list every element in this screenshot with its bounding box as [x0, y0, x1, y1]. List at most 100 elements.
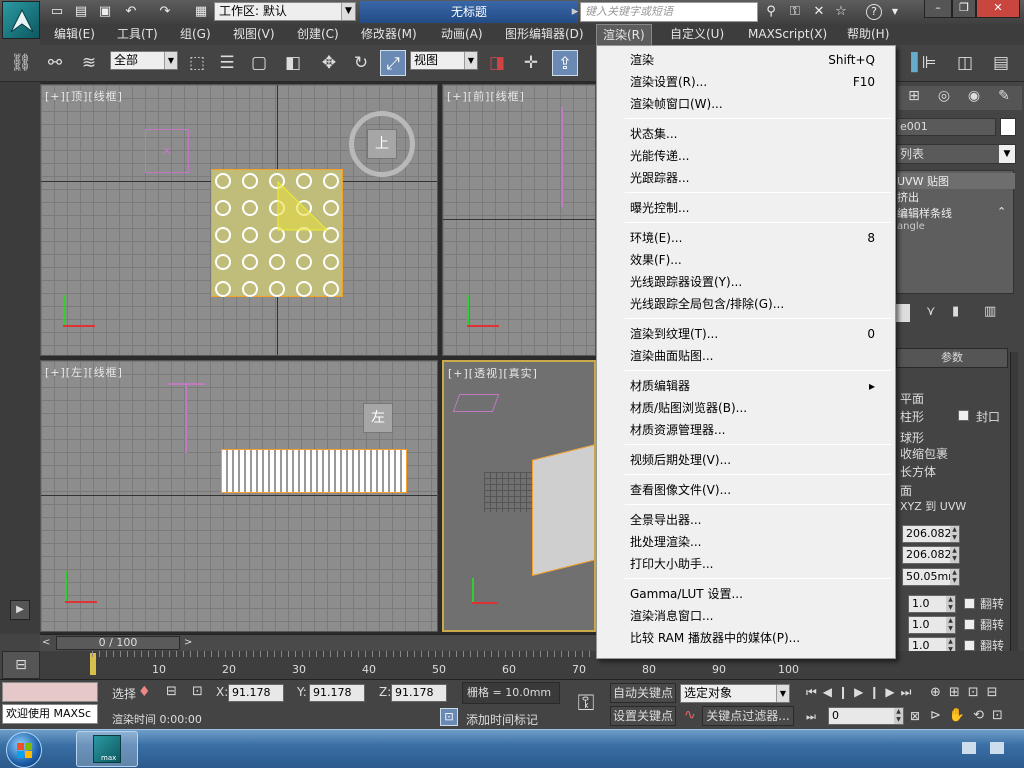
- mapping-box[interactable]: 长方体: [900, 463, 980, 480]
- viewport-front[interactable]: [+][前][线框]: [442, 84, 596, 356]
- render-menu-item[interactable]: 材质编辑器 ▸: [597, 375, 895, 397]
- undo-icon[interactable]: ↶: [122, 3, 140, 21]
- menu-graph-editors[interactable]: 图形编辑器(D): [499, 24, 590, 45]
- spinner-arrows-icon[interactable]: ▲ ▼: [946, 617, 955, 633]
- slider-next-icon[interactable]: >: [184, 636, 196, 650]
- redo-icon[interactable]: ↷: [156, 3, 174, 21]
- stack-item[interactable]: angle: [897, 221, 1015, 237]
- render-menu-item[interactable]: 光跟踪器...: [597, 167, 895, 189]
- help-dropdown-icon[interactable]: ▼: [886, 3, 904, 21]
- motion-tab-icon[interactable]: ◎: [932, 88, 956, 108]
- render-menu-item[interactable]: 状态集...: [597, 123, 895, 145]
- menu-modifiers[interactable]: 修改器(M): [355, 24, 423, 45]
- render-menu-item[interactable]: 光能传递...: [597, 145, 895, 167]
- search-input[interactable]: 键入关键字或短语: [580, 2, 758, 22]
- align-icon[interactable]: ⊫: [916, 50, 942, 76]
- u-flip-checkbox[interactable]: [964, 598, 975, 609]
- save-file-icon[interactable]: ▣: [96, 3, 114, 21]
- rect-selection-icon[interactable]: ▢: [246, 50, 272, 76]
- mapping-cylindrical[interactable]: 柱形: [900, 408, 960, 425]
- key-icon[interactable]: ⚿: [786, 3, 804, 21]
- render-menu-item[interactable]: 批处理渲染...: [597, 531, 895, 553]
- key-mode-dropdown[interactable]: 选定对象 ▼: [680, 684, 790, 703]
- add-time-tag-button[interactable]: 添加时间标记: [466, 711, 538, 728]
- restore-button[interactable]: ❐: [952, 0, 976, 18]
- render-menu-item[interactable]: 比较 RAM 播放器中的媒体(P)...: [597, 627, 895, 649]
- open-file-icon[interactable]: ▤: [72, 3, 90, 21]
- exchange-icon[interactable]: ✕: [810, 3, 828, 21]
- display-tab-icon[interactable]: ◉: [962, 88, 986, 108]
- menu-animation[interactable]: 动画(A): [435, 24, 489, 45]
- help-icon[interactable]: ?: [866, 4, 882, 20]
- layer-manager-icon[interactable]: ◫: [952, 50, 978, 76]
- render-menu-item[interactable]: 效果(F)...: [597, 249, 895, 271]
- viewcube[interactable]: 上: [367, 129, 397, 159]
- w-flip-checkbox[interactable]: [964, 640, 975, 651]
- link-icon[interactable]: ⛓: [8, 50, 34, 76]
- maxscript-listener-white[interactable]: 欢迎使用 MAXSc: [2, 704, 98, 724]
- select-by-name-icon[interactable]: ☰: [214, 50, 240, 76]
- reference-coord-dropdown[interactable]: 视图 ▼: [410, 51, 478, 70]
- window-crossing-icon[interactable]: ◧: [280, 50, 306, 76]
- time-slider-thumb[interactable]: 0 / 100: [56, 636, 180, 650]
- keyboard-tray-icon[interactable]: [962, 742, 976, 754]
- menu-maxscript[interactable]: MAXScript(X): [742, 24, 833, 45]
- cap-checkbox[interactable]: [958, 410, 969, 421]
- expand-arrow-icon[interactable]: ▶: [10, 600, 30, 620]
- length-spinner[interactable]: 206.082 ▲ ▼: [902, 525, 960, 543]
- bind-spacewarp-icon[interactable]: ≋: [76, 50, 102, 76]
- render-menu-item[interactable]: 光线跟踪全局包含/排除(G)...: [597, 293, 895, 315]
- spinner-arrows-icon[interactable]: ▲ ▼: [894, 708, 903, 724]
- menu-edit[interactable]: 编辑(E): [48, 24, 101, 45]
- set-key-icon[interactable]: ⚿: [568, 686, 604, 722]
- mini-curve-editor-icon[interactable]: ⊟: [2, 651, 40, 679]
- render-menu-item[interactable]: 打印大小助手...: [597, 553, 895, 575]
- windows-start-button[interactable]: [6, 732, 42, 768]
- key-filters-button[interactable]: 关键点过滤器...: [702, 706, 794, 726]
- rotate-icon[interactable]: ↻: [348, 50, 374, 76]
- menu-group[interactable]: 组(G): [174, 24, 217, 45]
- width-spinner[interactable]: 206.082 ▲ ▼: [902, 546, 960, 564]
- current-frame-spinner[interactable]: 0 ▲ ▼: [828, 707, 904, 725]
- configure-sets-icon[interactable]: ▥: [984, 304, 1004, 322]
- stack-item[interactable]: UVW 贴图: [897, 173, 1015, 189]
- viewport-nav-bottom[interactable]: ⊳✋⟲⊡: [930, 708, 1011, 723]
- modifier-stack[interactable]: UVW 贴图 挤出 编辑样条线 ⌃ angle: [896, 170, 1015, 294]
- scale-icon[interactable]: ⤢: [380, 50, 406, 76]
- isolate-bulb-icon[interactable]: ♦: [138, 684, 151, 700]
- render-menu-item[interactable]: Gamma/LUT 设置...: [597, 583, 895, 605]
- x-coord-field[interactable]: 91.178: [228, 684, 284, 702]
- modifier-list-dropdown[interactable]: 列表 ▼: [896, 144, 1016, 164]
- viewport-label[interactable]: [+][前][线框]: [447, 88, 525, 104]
- playback-controls[interactable]: ⏮◀❙▶❙▶⏭: [806, 685, 917, 700]
- taskbar-3dsmax-button[interactable]: max: [76, 731, 138, 767]
- menu-customize[interactable]: 自定义(U): [664, 24, 730, 45]
- stack-item[interactable]: 挤出: [897, 189, 1015, 205]
- spinner-arrows-icon[interactable]: ▲ ▼: [950, 569, 959, 585]
- favorites-star-icon[interactable]: ☆: [832, 3, 850, 21]
- project-folder-icon[interactable]: ▦: [192, 3, 210, 21]
- render-menu-item[interactable]: 环境(E)... 8: [597, 227, 895, 249]
- z-coord-field[interactable]: 91.178: [391, 684, 447, 702]
- selected-object[interactable]: [211, 169, 343, 297]
- render-menu-item[interactable]: 全景导出器...: [597, 509, 895, 531]
- keyboard-shortcut-toggle-icon[interactable]: ⇪: [552, 50, 578, 76]
- selection-lock-icon[interactable]: ⊟: [166, 684, 177, 699]
- slider-prev-icon[interactable]: <: [42, 636, 54, 650]
- viewport-nav-top[interactable]: ⊕⊞⊡⊟: [930, 685, 1006, 700]
- move-icon[interactable]: ✥: [316, 50, 342, 76]
- workspace-select[interactable]: 工作区: 默认 ▼: [214, 2, 356, 21]
- selection-filter-dropdown[interactable]: 全部 ▼: [110, 51, 178, 70]
- viewport-label[interactable]: [+][左][线框]: [45, 364, 123, 380]
- panel-scrollbar[interactable]: [1010, 352, 1018, 662]
- unlink-icon[interactable]: ⚯: [42, 50, 68, 76]
- key-mode-toggle-icon[interactable]: ⏭: [806, 710, 816, 724]
- binoculars-icon[interactable]: ⚲: [762, 3, 780, 21]
- viewport-top[interactable]: [+][顶][线框] ✕ 上: [40, 84, 438, 356]
- new-file-icon[interactable]: ▭: [48, 3, 66, 21]
- app-menu-logo[interactable]: [2, 1, 40, 39]
- viewport-label[interactable]: [+][顶][线框]: [45, 88, 123, 104]
- mapping-shrink-wrap[interactable]: 收缩包裹: [900, 445, 980, 462]
- minimize-button[interactable]: –: [924, 0, 952, 18]
- u-tile-spinner[interactable]: 1.0 ▲ ▼: [908, 595, 956, 613]
